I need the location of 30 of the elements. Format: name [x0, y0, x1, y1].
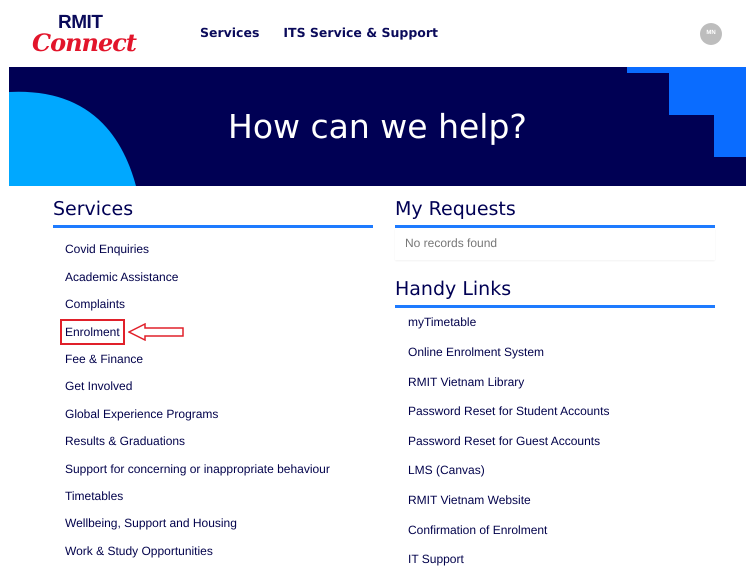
service-link[interactable]: Enrolment	[60, 318, 125, 345]
handy-link[interactable]: RMIT Vietnam Website	[408, 490, 531, 509]
service-link[interactable]: Fee & Finance	[60, 346, 148, 372]
section-heading: Handy Links	[395, 278, 715, 308]
handy-link[interactable]: IT Support	[408, 550, 464, 568]
service-link[interactable]: Covid Enquiries	[60, 236, 154, 262]
handy-link[interactable]: Password Reset for Guest Accounts	[408, 432, 600, 450]
service-link[interactable]: Timetables	[60, 483, 128, 509]
nav-link[interactable]: Services	[200, 24, 260, 43]
service-link[interactable]: Support for concerning or inappropriate behaviour	[60, 456, 335, 482]
section-heading: My Requests	[395, 198, 715, 228]
handy-link[interactable]: Password Reset for Student Accounts	[408, 402, 610, 420]
service-link[interactable]: Global Experience Programs	[60, 400, 224, 427]
service-link[interactable]: Academic Assistance	[60, 264, 184, 290]
handy-link[interactable]: myTimetable	[408, 313, 476, 332]
arrow-icon	[128, 322, 184, 341]
handy-link[interactable]: LMS (Canvas)	[408, 461, 485, 480]
service-link[interactable]: Wellbeing, Support and Housing	[60, 510, 242, 536]
banner-heading: How can we help?	[228, 106, 527, 146]
service-link[interactable]: Get Involved	[60, 373, 138, 400]
service-link[interactable]: Work & Study Opportunities	[60, 538, 218, 564]
handy-link[interactable]: Online Enrolment System	[408, 342, 544, 361]
service-link[interactable]: Complaints	[60, 291, 130, 318]
nav-link[interactable]: ITS Service & Support	[283, 24, 438, 43]
handy-link[interactable]: RMIT Vietnam Library	[408, 372, 524, 391]
section-heading: Services	[53, 198, 373, 228]
handy-link[interactable]: Confirmation of Enrolment	[408, 520, 548, 539]
empty-message: No records found	[395, 228, 715, 260]
rmit-connect-logo[interactable]: RMIT Connect	[32, 13, 136, 54]
service-link[interactable]: Results & Graduations	[60, 428, 190, 454]
